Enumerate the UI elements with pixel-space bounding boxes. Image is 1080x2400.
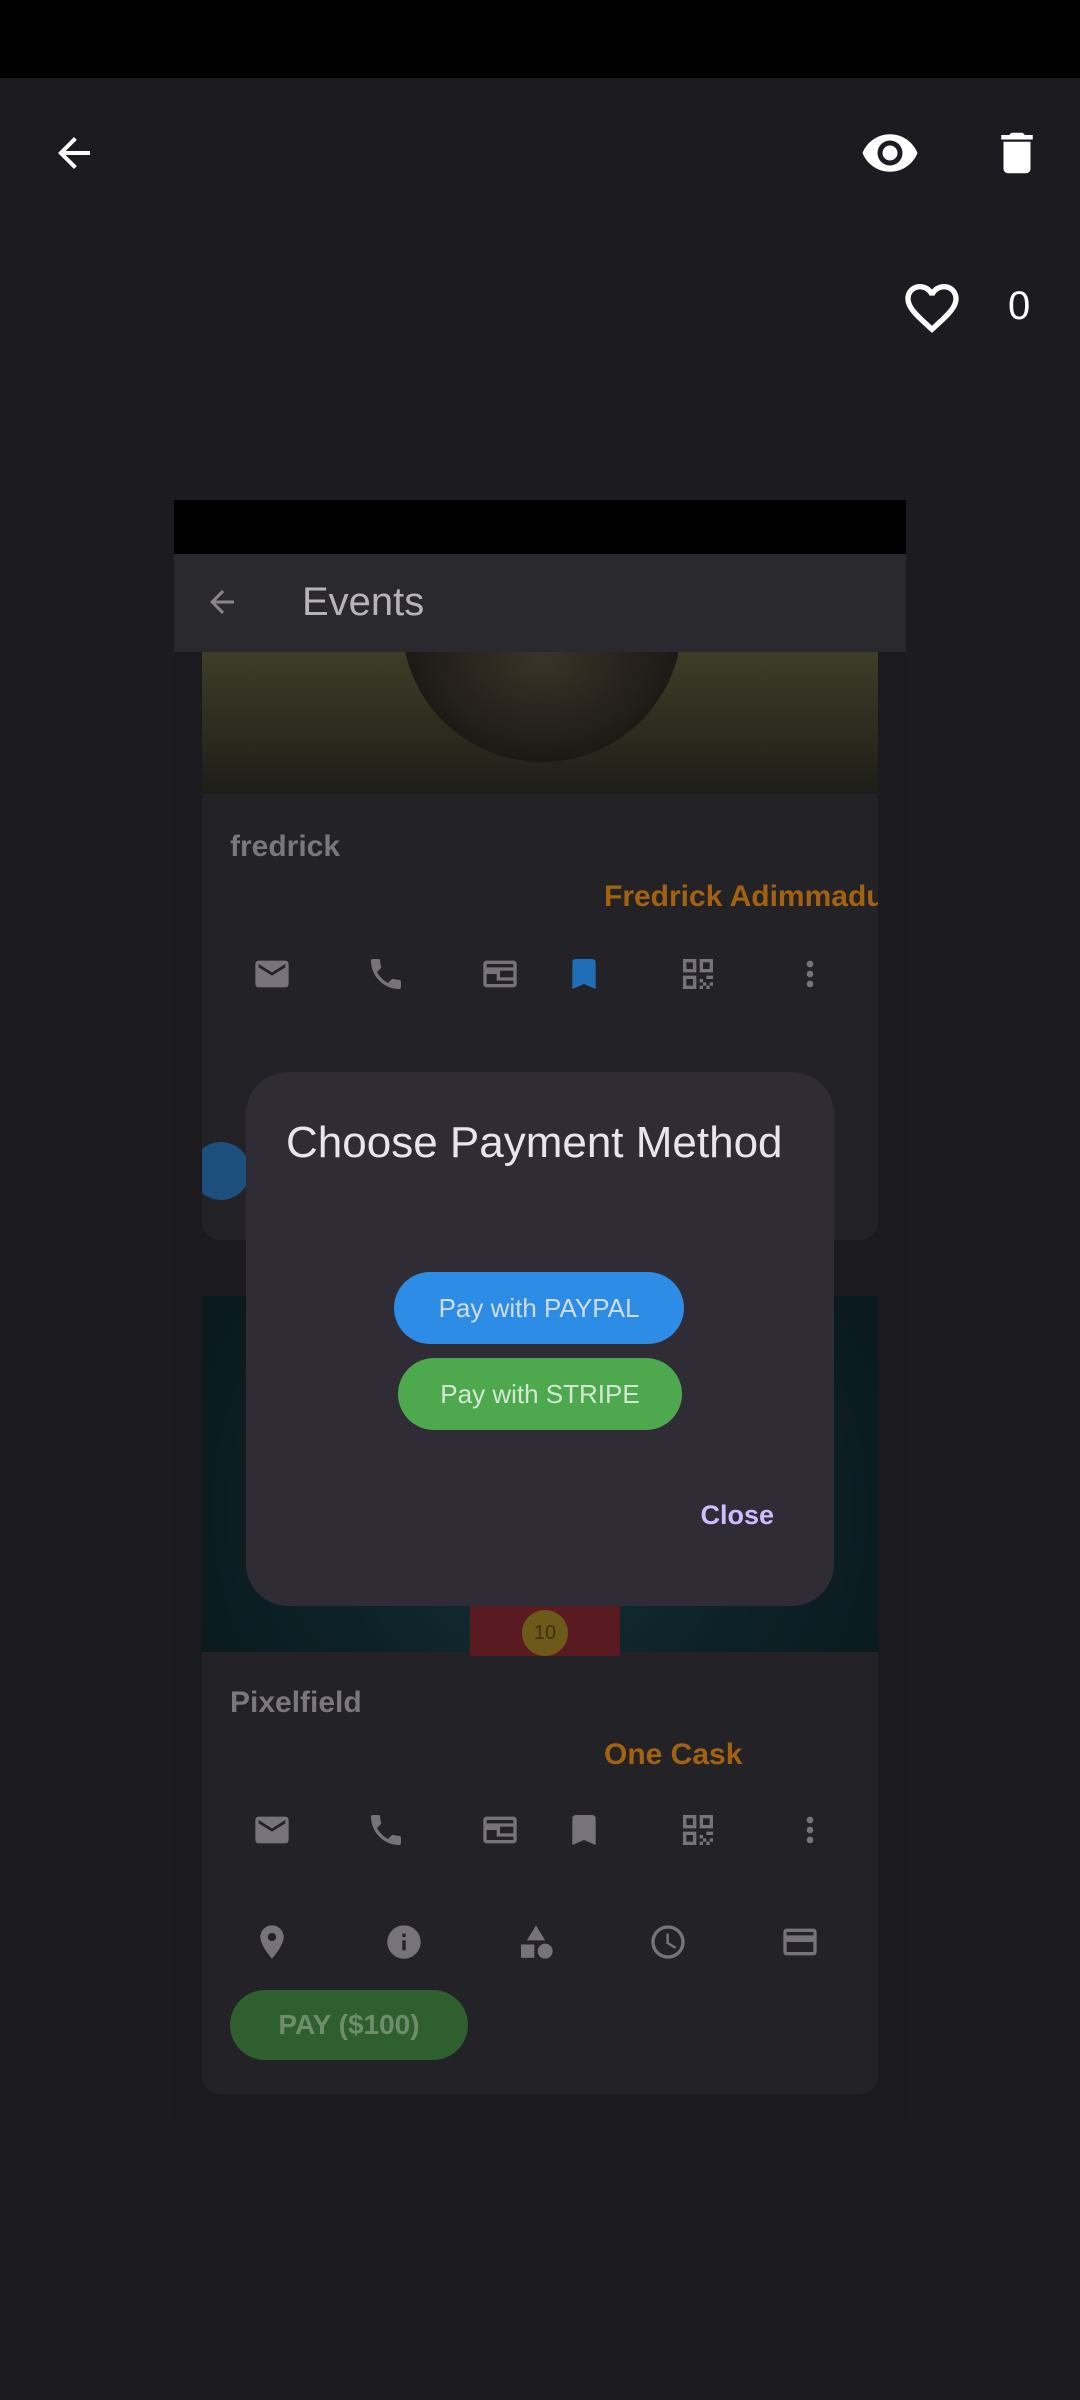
- card-actions-row: [202, 1800, 878, 1860]
- pay-with-paypal-button[interactable]: Pay with PAYPAL: [394, 1272, 684, 1344]
- category-icon: [521, 1925, 553, 1959]
- bookmark-icon: [572, 959, 596, 989]
- heart-outline-icon: [905, 284, 959, 333]
- like-button[interactable]: [900, 276, 980, 346]
- more-vert-icon: [806, 1816, 814, 1844]
- delete-button[interactable]: [977, 116, 1057, 190]
- likes-count: 0: [1008, 284, 1031, 328]
- qr-code-icon: [683, 959, 713, 989]
- phone-icon: [371, 959, 401, 989]
- view-button[interactable]: [850, 116, 930, 190]
- preview-status-bar: [174, 500, 906, 554]
- coin-label: 10: [522, 1610, 568, 1656]
- event-name: fredrick: [230, 830, 341, 863]
- status-bar: [0, 0, 1080, 78]
- qr-code-icon: [683, 1815, 713, 1845]
- card-info-row: [202, 1912, 878, 1972]
- card-details-icon: [483, 960, 517, 988]
- preview-title: Events: [302, 580, 425, 624]
- back-button[interactable]: [34, 116, 114, 190]
- event-organizer: Fredrick Adimmadu J: [604, 880, 878, 913]
- close-button[interactable]: Close: [700, 1500, 774, 1531]
- location-icon: [260, 1925, 284, 1959]
- eye-icon: [862, 134, 918, 172]
- trash-icon: [1001, 132, 1033, 174]
- action-button[interactable]: [202, 1142, 250, 1200]
- arrow-left-icon: [210, 590, 234, 614]
- payment-method-dialog: Choose Payment Method Pay with PAYPAL Pa…: [246, 1072, 834, 1606]
- card-details-icon: [483, 1816, 517, 1844]
- preview-app-bar: Events: [174, 554, 906, 652]
- top-app-bar: [0, 78, 1080, 228]
- credit-card-icon: [783, 1928, 817, 1956]
- event-organizer: One Cask: [604, 1738, 743, 1771]
- clock-icon: [651, 1925, 685, 1959]
- mail-icon: [255, 1816, 289, 1844]
- pay-with-stripe-button[interactable]: Pay with STRIPE: [398, 1358, 682, 1430]
- dialog-title: Choose Payment Method: [286, 1118, 783, 1167]
- bookmark-icon: [572, 1815, 596, 1845]
- info-icon: [387, 1925, 421, 1959]
- more-vert-icon: [806, 960, 814, 988]
- phone-icon: [371, 1815, 401, 1845]
- event-image: [202, 652, 878, 794]
- card-actions-row: [202, 944, 878, 1004]
- event-name: Pixelfield: [230, 1686, 362, 1719]
- likes-counter: 0: [900, 270, 1080, 350]
- pay-button[interactable]: PAY ($100): [230, 1990, 468, 2060]
- mail-icon: [255, 960, 289, 988]
- arrow-left-icon: [58, 137, 90, 169]
